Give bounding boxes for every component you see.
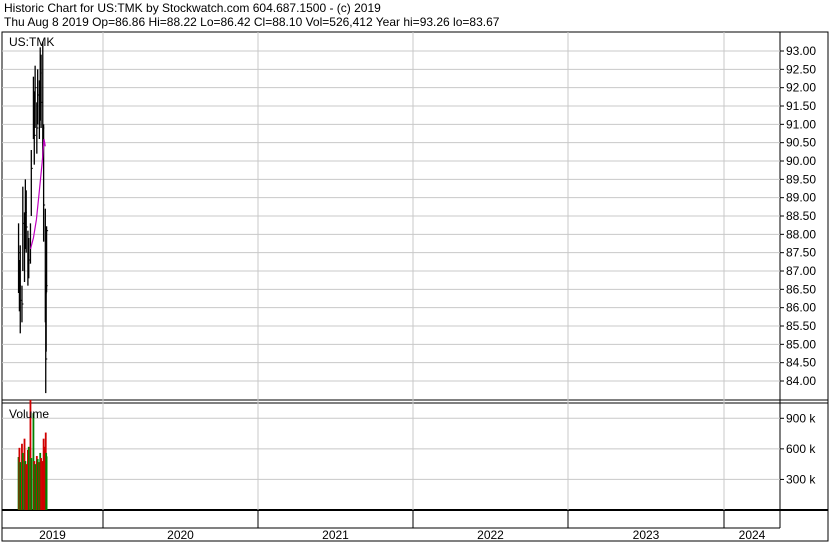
- vol-y-tick-label: 300 k: [786, 472, 816, 486]
- volume-bar: [34, 464, 37, 510]
- y-tick-label: 90.00: [786, 154, 816, 168]
- ohlc-bars: [17, 41, 49, 394]
- x-tick-label: 2019: [39, 528, 66, 542]
- y-tick-label: 87.50: [786, 246, 816, 260]
- volume-bar: [25, 464, 28, 510]
- y-tick-label: 85.50: [786, 319, 816, 333]
- y-tick-label: 90.50: [786, 136, 816, 150]
- y-tick-label: 84.50: [786, 356, 816, 370]
- y-tick-label: 88.50: [786, 209, 816, 223]
- y-tick-label: 91.50: [786, 99, 816, 113]
- y-tick-label: 93.00: [786, 44, 816, 58]
- x-tick-label: 2020: [167, 528, 194, 542]
- volume-bar: [19, 462, 22, 510]
- symbol-label: US:TMK: [9, 35, 54, 49]
- y-tick-label: 88.00: [786, 227, 816, 241]
- volume-bar: [45, 456, 48, 510]
- y-tick-label: 92.00: [786, 81, 816, 95]
- y-tick-label: 84.00: [786, 374, 816, 388]
- chart-border: [1, 31, 829, 542]
- y-tick-label: 86.50: [786, 282, 816, 296]
- y-tick-label: 89.50: [786, 172, 816, 186]
- volume-bar: [30, 458, 33, 510]
- volume-label: Volume: [9, 407, 49, 421]
- x-tick-label: 2024: [739, 528, 766, 542]
- volume-bar: [21, 452, 24, 510]
- vol-y-tick-label: 900 k: [786, 411, 816, 425]
- volume-bar: [36, 459, 39, 510]
- y-tick-label: 87.00: [786, 264, 816, 278]
- x-tick-label: 2023: [633, 528, 660, 542]
- x-tick-label: 2021: [322, 528, 349, 542]
- y-tick-label: 91.00: [786, 117, 816, 131]
- y-tick-label: 89.00: [786, 191, 816, 205]
- y-tick-label: 86.00: [786, 301, 816, 315]
- y-tick-label: 92.50: [786, 62, 816, 76]
- chart-frame: [1, 31, 829, 542]
- chart-grid: [2, 32, 784, 528]
- volume-bar: [27, 446, 30, 510]
- price-volume-chart: 2019 2020 2021 2022 2023 2024 93.00 92.50 92.00 9…: [1, 31, 829, 542]
- vol-y-tick-label: 600 k: [786, 442, 816, 456]
- volume-bar: [40, 458, 42, 510]
- volume-bar: [42, 438, 45, 510]
- y-tick-label: 85.00: [786, 337, 816, 351]
- x-tick-label: 2022: [477, 528, 504, 542]
